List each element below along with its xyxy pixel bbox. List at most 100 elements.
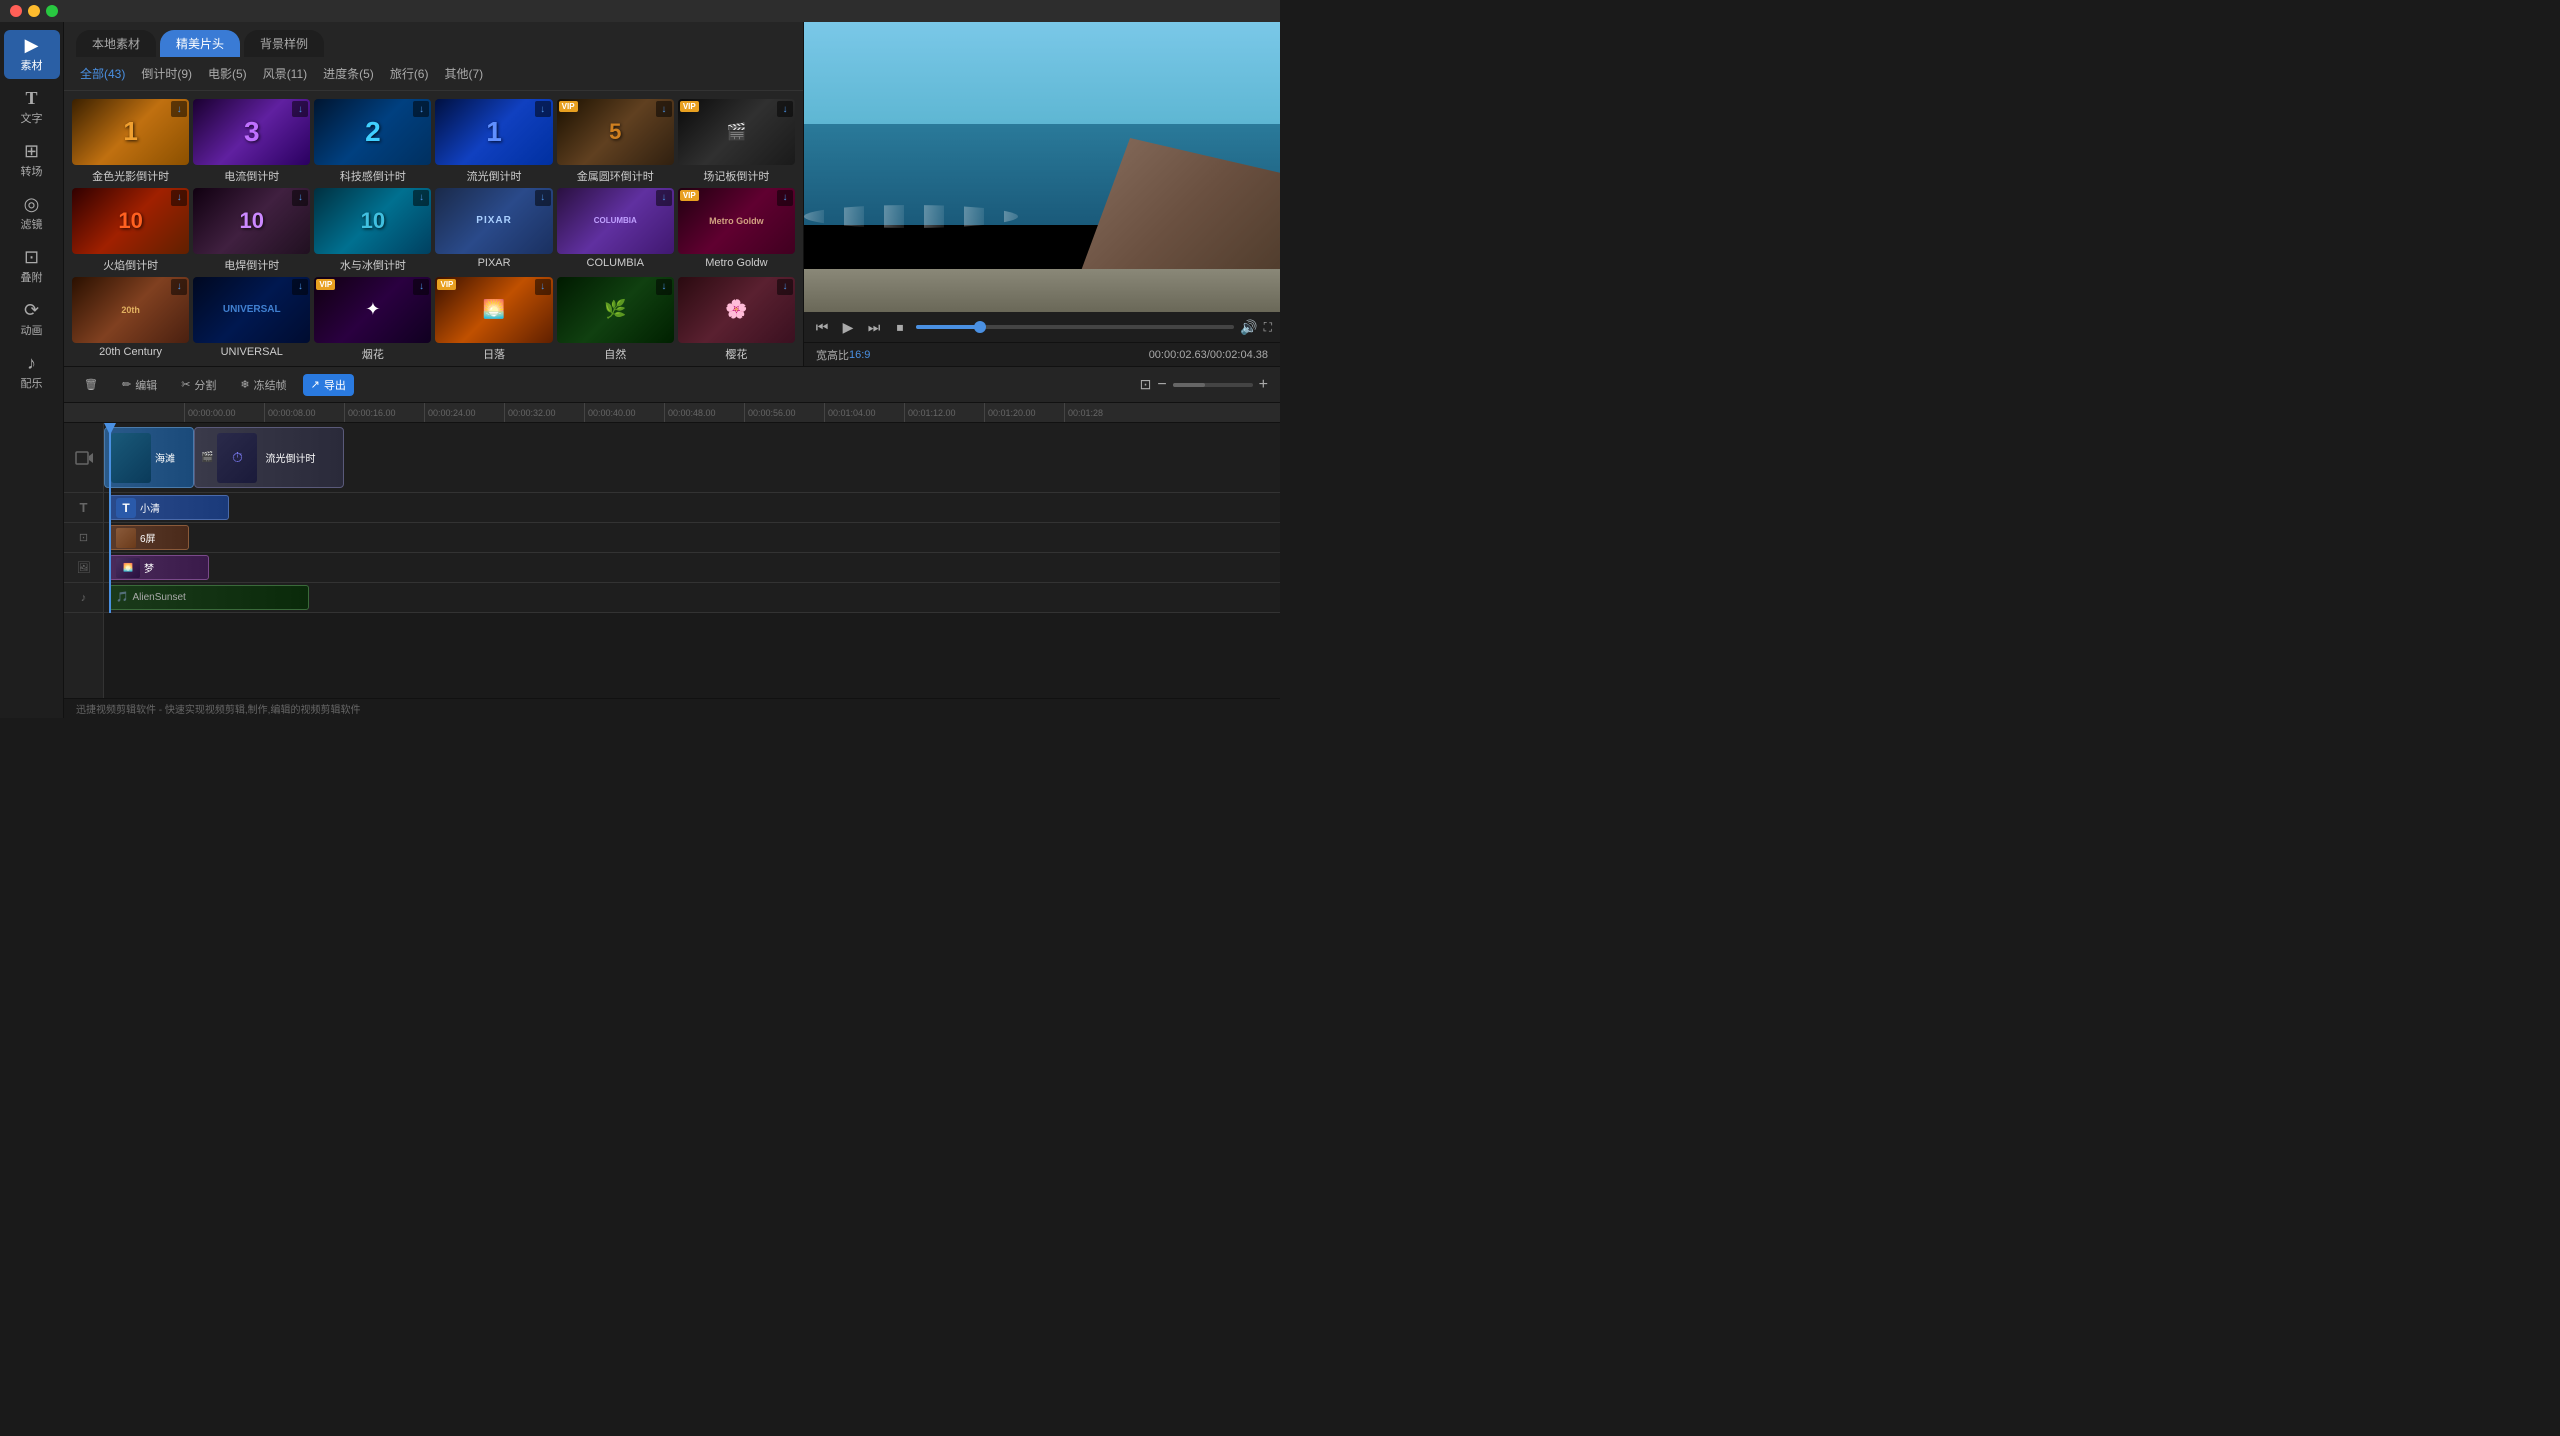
image-clip[interactable]: 🌅 梦 — [109, 555, 209, 580]
item-label: 自然 — [604, 346, 626, 362]
filter-countdown[interactable]: 倒计时(9) — [137, 63, 196, 84]
maximize-button[interactable] — [46, 5, 58, 17]
minimize-button[interactable] — [28, 5, 40, 17]
stop-button[interactable]: ⏹ — [890, 317, 910, 337]
export-button[interactable]: ↗ 导出 — [303, 374, 354, 396]
text-track-label: T — [64, 493, 103, 523]
sidebar-item-material[interactable]: ▶ 素材 — [4, 30, 60, 79]
text-track: T 小清 — [104, 493, 1280, 523]
list-item[interactable]: ↓ 🌿 自然 — [557, 277, 674, 362]
list-item[interactable]: ↓ 20th 20th Century — [72, 277, 189, 362]
fullscreen-button[interactable]: ⛶ — [1264, 320, 1272, 335]
delete-button[interactable]: 🗑 — [76, 375, 106, 394]
item-label: PIXAR — [478, 257, 511, 269]
zoom-slider[interactable] — [1173, 383, 1253, 387]
media-grid: ↓ 1 金色光影倒计时 ↓ 3 电流倒计时 ↓ — [64, 91, 803, 366]
media-panel: 本地素材 精美片头 背景样例 全部(43) 倒计时(9) 电影(5) 风景(11… — [64, 22, 804, 366]
list-item[interactable]: ↓ 3 电流倒计时 — [193, 99, 310, 184]
split-button[interactable]: ✂ 分割 — [173, 374, 224, 396]
filter-travel[interactable]: 旅行(6) — [386, 63, 433, 84]
export-icon: ↗ — [311, 378, 320, 391]
close-button[interactable] — [10, 5, 22, 17]
sidebar-label-transition: 转场 — [21, 163, 43, 179]
item-label: 科技感倒计时 — [340, 168, 406, 184]
play-button[interactable]: ▶ — [838, 317, 858, 337]
progress-bar[interactable] — [916, 325, 1234, 329]
ruler-mark: 00:00:00.00 — [184, 403, 264, 423]
skip-back-button[interactable]: ⏮ — [812, 317, 832, 337]
freeze-button[interactable]: ❄ 冻结帧 — [232, 374, 294, 396]
list-item[interactable]: ↓ 1 流光倒计时 — [435, 99, 552, 184]
tab-featured[interactable]: 精美片头 — [160, 30, 240, 57]
beach-clip[interactable]: 海滩 — [104, 427, 194, 488]
edit-button[interactable]: ✏ 编辑 — [114, 374, 165, 396]
sidebar-label-animation: 动画 — [21, 322, 43, 338]
sidebar-item-transition[interactable]: ⊞ 转场 — [4, 136, 60, 185]
ruler-mark: 00:01:12.00 — [904, 403, 984, 423]
ruler-mark: 00:00:40.00 — [584, 403, 664, 423]
list-item[interactable]: VIP ↓ ✦ 烟花 — [314, 277, 431, 362]
sidebar-label-filter: 滤镜 — [21, 216, 43, 232]
image-track: 🌅 梦 — [104, 553, 1280, 583]
sidebar-item-text[interactable]: T 文字 — [4, 83, 60, 132]
audio-track: 🎵 AlienSunset — [104, 583, 1280, 613]
list-item[interactable]: VIP ↓ 🌅 日落 — [435, 277, 552, 362]
list-item[interactable]: ↓ 1 金色光影倒计时 — [72, 99, 189, 184]
list-item[interactable]: VIP ↓ 🎬 场记板倒计时 — [678, 99, 795, 184]
zoom-in-button[interactable]: + — [1259, 376, 1268, 394]
status-bar: 迅捷视频剪辑软件 - 快速实现视频剪辑,制作,编辑的视频剪辑软件 — [64, 698, 1280, 718]
tab-bg[interactable]: 背景样例 — [244, 30, 324, 57]
effect-track-label: ⊡ — [64, 523, 103, 553]
effect-track: 6屏 — [104, 523, 1280, 553]
list-item[interactable]: ↓ COLUMBIA COLUMBIA — [557, 188, 674, 273]
filter-scenery[interactable]: 风景(11) — [259, 63, 311, 84]
item-label: COLUMBIA — [587, 257, 644, 269]
audio-clip[interactable]: 🎵 AlienSunset — [109, 585, 309, 610]
list-item[interactable]: ↓ 10 火焰倒计时 — [72, 188, 189, 273]
list-item[interactable]: VIP ↓ Metro Goldw Metro Goldw — [678, 188, 795, 273]
item-label: 电流倒计时 — [224, 168, 279, 184]
text-icon: T — [25, 89, 37, 107]
video-track-label — [64, 423, 103, 493]
tab-local[interactable]: 本地素材 — [76, 30, 156, 57]
titlebar — [0, 0, 1280, 22]
zoom-out-button[interactable]: − — [1157, 376, 1166, 394]
track-labels: T ⊡ 🖼 ♪ — [64, 423, 104, 698]
effect-clip[interactable]: 6屏 — [109, 525, 189, 550]
list-item[interactable]: ↓ 10 水与冰倒计时 — [314, 188, 431, 273]
filter-bar: 全部(43) 倒计时(9) 电影(5) 风景(11) 进度条(5) 旅行(6) … — [64, 57, 803, 91]
edit-icon: ✏ — [122, 378, 131, 391]
filter-all[interactable]: 全部(43) — [76, 63, 129, 84]
text-clip[interactable]: T 小清 — [109, 495, 229, 520]
sidebar-item-filter[interactable]: ◎ 滤镜 — [4, 189, 60, 238]
sidebar-item-music[interactable]: ♪ 配乐 — [4, 348, 60, 397]
list-item[interactable]: ↓ 10 电焊倒计时 — [193, 188, 310, 273]
list-item[interactable]: ↓ UNIVERSAL UNIVERSAL — [193, 277, 310, 362]
status-text: 迅捷视频剪辑软件 - 快速实现视频剪辑,制作,编辑的视频剪辑软件 — [76, 701, 360, 716]
filter-progress[interactable]: 进度条(5) — [319, 63, 378, 84]
list-item[interactable]: ↓ 2 科技感倒计时 — [314, 99, 431, 184]
item-label: 金属圆环倒计时 — [577, 168, 654, 184]
ruler-mark: 00:00:16.00 — [344, 403, 424, 423]
volume-button[interactable]: 🔊 — [1240, 319, 1257, 336]
transition-icon: ⊞ — [24, 142, 39, 160]
filter-movie[interactable]: 电影(5) — [204, 63, 251, 84]
fit-button[interactable]: ⊡ — [1140, 376, 1152, 393]
sidebar-item-animation[interactable]: ⟳ 动画 — [4, 295, 60, 344]
split-icon: ✂ — [181, 378, 190, 391]
audio-icon: 🎵 — [116, 592, 128, 603]
audio-track-label: ♪ — [64, 583, 103, 613]
sidebar-item-overlay[interactable]: ⊡ 叠附 — [4, 242, 60, 291]
ruler-mark: 00:01:28 — [1064, 403, 1144, 423]
list-item[interactable]: VIP ↓ 5 金属圆环倒计时 — [557, 99, 674, 184]
sidebar: ▶ 素材 T 文字 ⊞ 转场 ◎ 滤镜 ⊡ 叠附 ⟳ 动画 ♪ 配乐 — [0, 22, 64, 718]
sidebar-label-text: 文字 — [21, 110, 43, 126]
item-label: 烟花 — [362, 346, 384, 362]
filter-other[interactable]: 其他(7) — [440, 63, 487, 84]
list-item[interactable]: ↓ 🌸 樱花 — [678, 277, 795, 362]
countdown-clip[interactable]: 🎬 ⏱ 流光倒计时 — [194, 427, 344, 488]
skip-forward-button[interactable]: ⏭ — [864, 317, 884, 337]
timeline-ruler: 00:00:00.00 00:00:08.00 00:00:16.00 00:0… — [64, 403, 1280, 423]
playhead[interactable] — [109, 423, 111, 613]
list-item[interactable]: ↓ PIXAR PIXAR — [435, 188, 552, 273]
